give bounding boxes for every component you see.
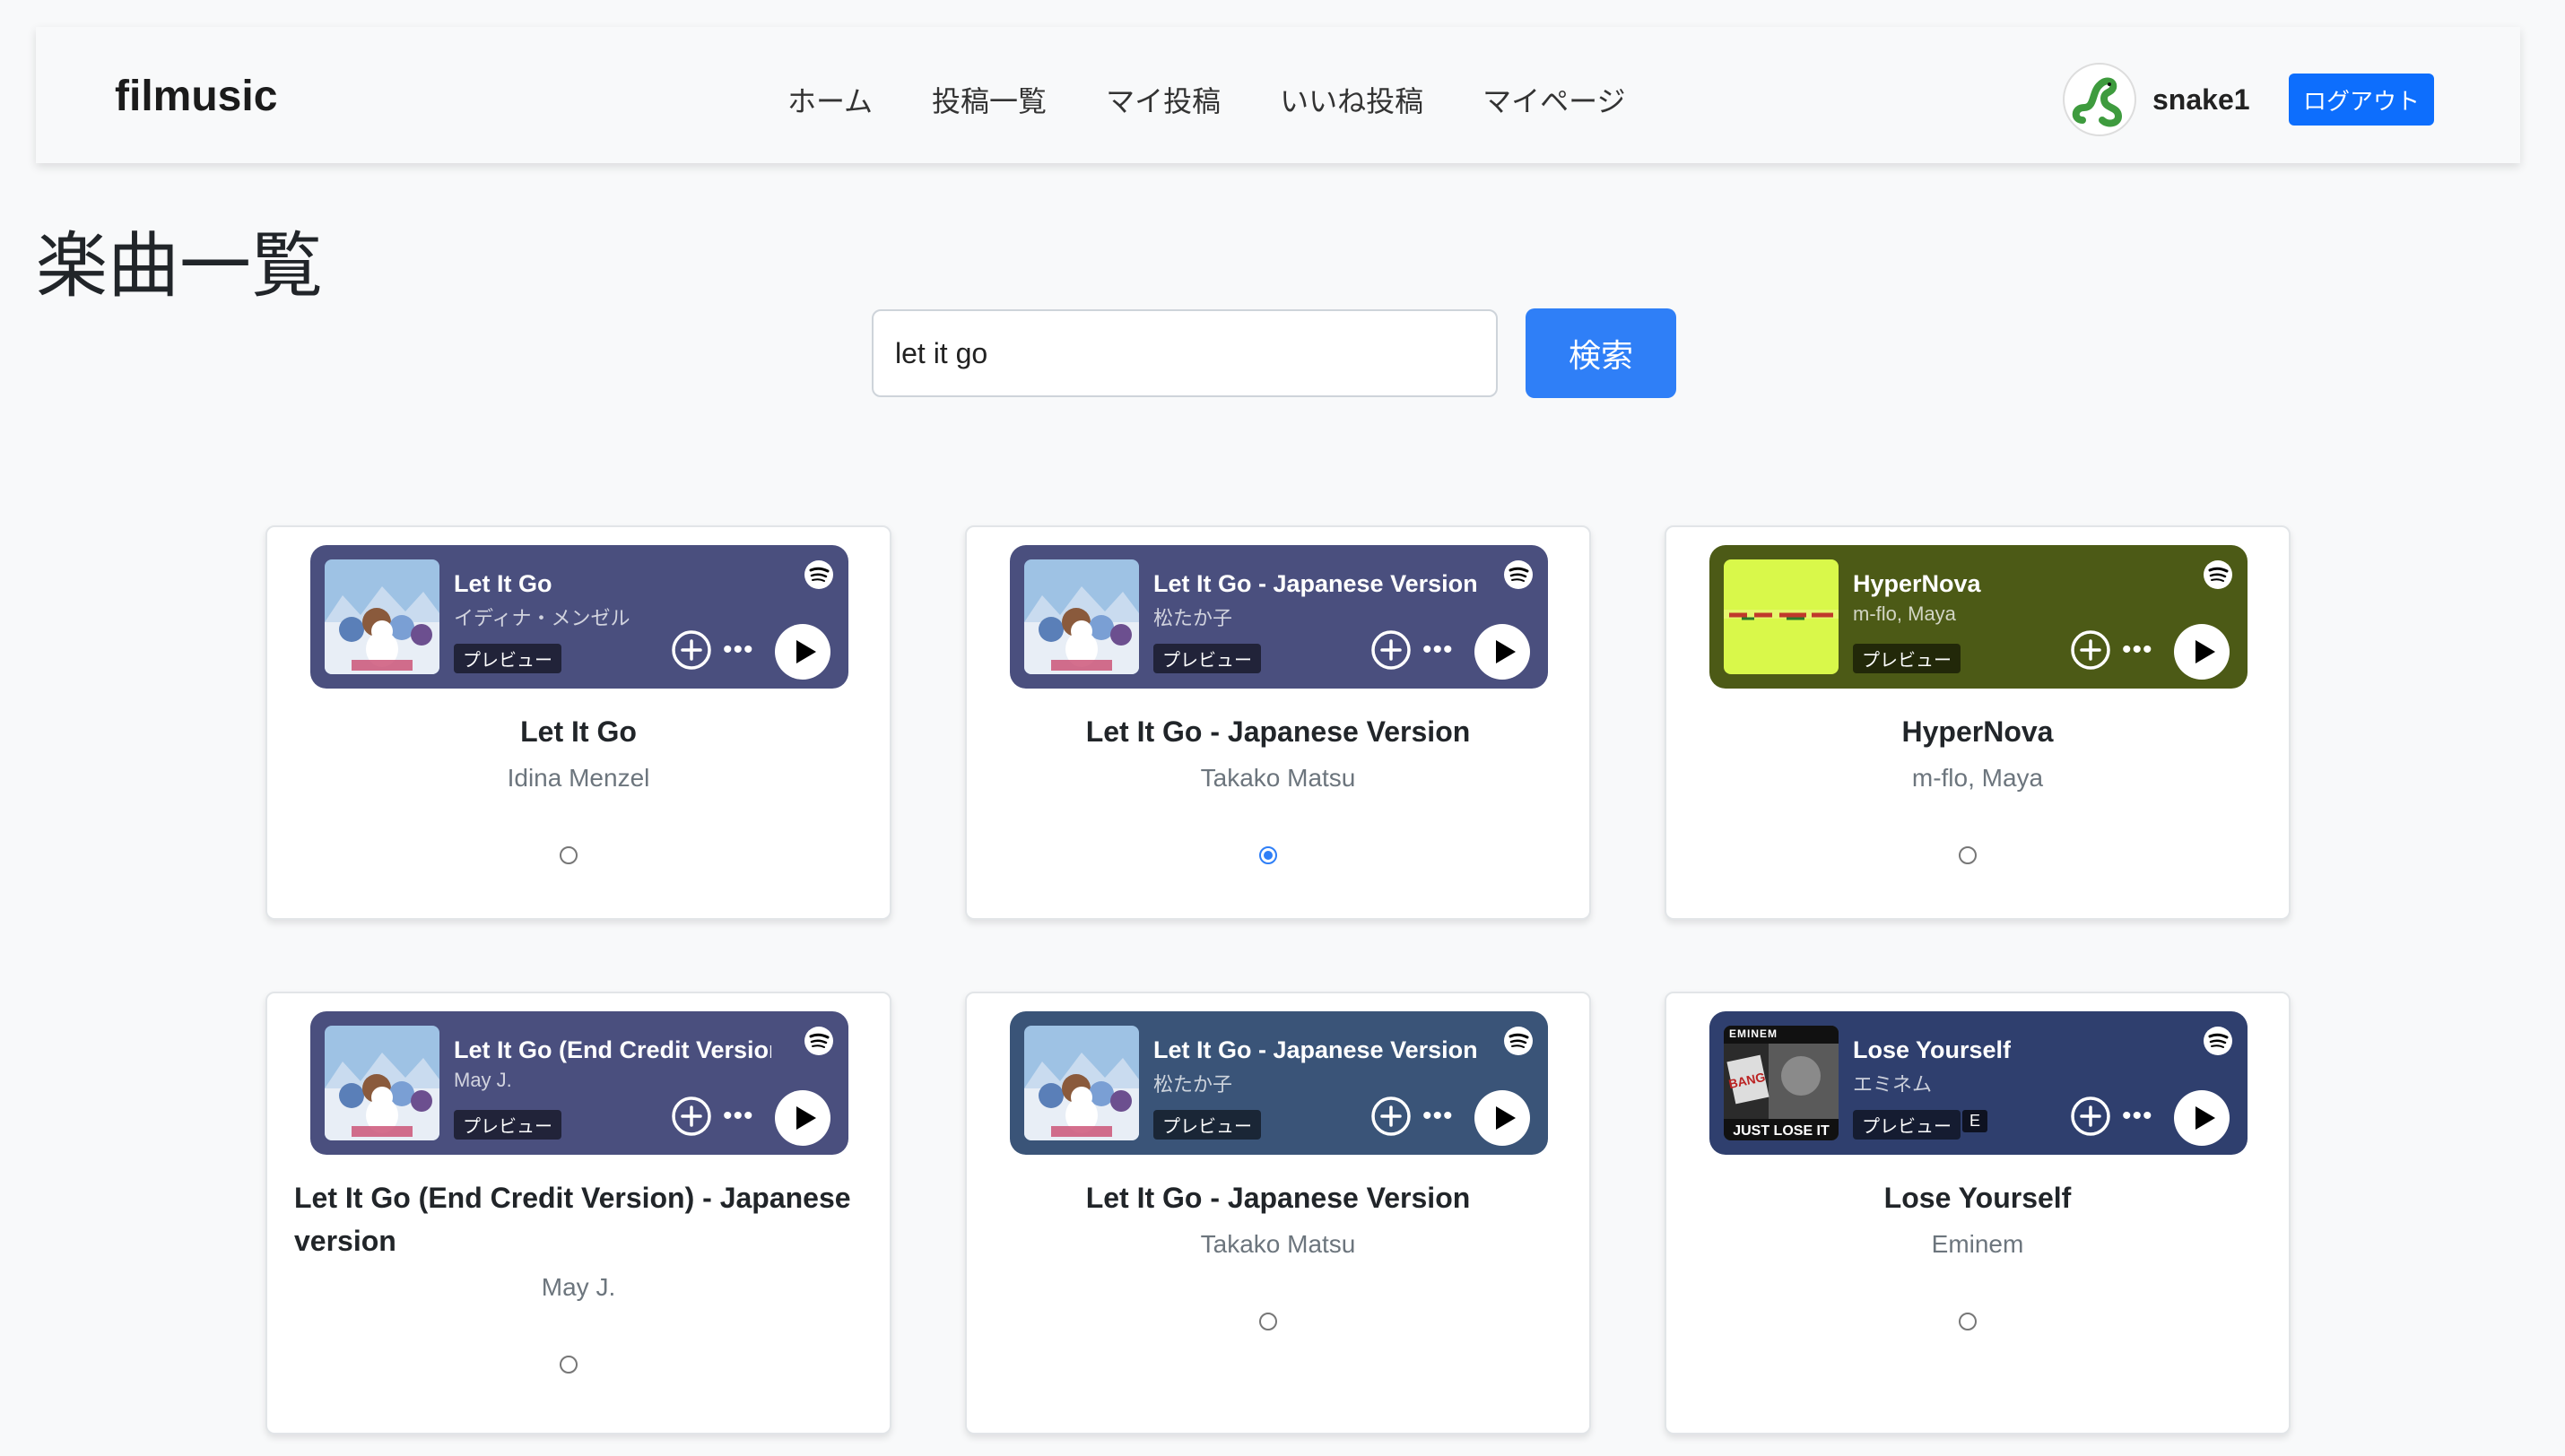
more-options-icon[interactable]: ••• — [2122, 637, 2153, 663]
play-button[interactable] — [2174, 624, 2230, 680]
add-icon[interactable] — [671, 629, 712, 671]
preview-badge: プレビュー — [1853, 644, 1961, 673]
search-input[interactable] — [872, 309, 1498, 397]
song-select-radio[interactable] — [1259, 846, 1277, 864]
song-card[interactable]: EMINEM Lose Yourself エミネム プレビュー E ••• Lo… — [1665, 992, 2291, 1434]
embed-track-title[interactable]: Let It Go - Japanese Version — [1153, 1036, 1476, 1064]
embed-track-title[interactable]: Let It Go - Japanese Version — [1153, 570, 1476, 598]
add-icon[interactable] — [2070, 1096, 2111, 1137]
spotify-icon[interactable] — [804, 1026, 834, 1056]
add-icon[interactable] — [2070, 629, 2111, 671]
embed-track-title[interactable]: Let It Go (End Credit Version — [454, 1036, 771, 1064]
spotify-icon[interactable] — [1503, 1026, 1534, 1056]
song-title: Let It Go - Japanese Version — [1085, 1182, 1471, 1214]
song-title: Let It Go — [520, 715, 637, 748]
avatar[interactable] — [2063, 63, 2136, 136]
brand-logo[interactable]: filmusic — [115, 72, 277, 121]
user-menu: snake1 — [2063, 63, 2250, 136]
song-select-radio[interactable] — [560, 1356, 578, 1374]
album-cover — [1024, 1026, 1139, 1140]
song-title: Let It Go (End Credit Version) - Japanes… — [294, 1182, 851, 1257]
nav-posts[interactable]: 投稿一覧 — [932, 79, 1047, 120]
embed-artist[interactable]: m-flo, Maya — [1853, 602, 1956, 626]
spotify-embed[interactable]: Let It Go (End Credit Version May J. プレビ… — [310, 1011, 848, 1155]
spotify-embed[interactable]: Let It Go イディナ・メンゼル プレビュー ••• — [310, 545, 848, 689]
username: snake1 — [2152, 82, 2250, 116]
snake-avatar-icon — [2072, 77, 2123, 127]
play-button[interactable] — [775, 1090, 830, 1146]
song-select-radio[interactable] — [560, 846, 578, 864]
more-options-icon[interactable]: ••• — [1422, 1103, 1454, 1130]
embed-artist[interactable]: 松たか子 — [1153, 1069, 1232, 1097]
song-card[interactable]: Let It Go - Japanese Version 松たか子 プレビュー … — [965, 992, 1591, 1434]
song-artist: Takako Matsu — [1200, 1230, 1356, 1258]
preview-badge: プレビュー — [454, 1110, 561, 1140]
embed-artist[interactable]: イディナ・メンゼル — [454, 602, 630, 631]
spotify-embed[interactable]: Let It Go - Japanese Version 松たか子 プレビュー … — [1010, 545, 1548, 689]
spotify-embed[interactable]: EMINEM Lose Yourself エミネム プレビュー E ••• — [1709, 1011, 2248, 1155]
song-title: Let It Go - Japanese Version — [1085, 715, 1471, 748]
nav-links: ホーム 投稿一覧 マイ投稿 いいね投稿 マイページ — [787, 79, 1684, 120]
play-button[interactable] — [1474, 1090, 1530, 1146]
song-artist: m-flo, Maya — [1911, 764, 2044, 792]
page-title: 楽曲一覧 — [36, 226, 323, 306]
logout-button[interactable]: ログアウト — [2289, 74, 2434, 126]
song-title: Lose Yourself — [1883, 1182, 2072, 1214]
play-button[interactable] — [1474, 624, 1530, 680]
song-artist: May J. — [541, 1273, 616, 1301]
add-icon[interactable] — [1370, 629, 1412, 671]
song-artist: Eminem — [1931, 1230, 2024, 1258]
nav-my-page[interactable]: マイページ — [1482, 79, 1625, 120]
song-select-radio[interactable] — [1259, 1313, 1277, 1330]
more-options-icon[interactable]: ••• — [723, 1103, 754, 1130]
spotify-icon[interactable] — [2203, 1026, 2233, 1056]
preview-badge: プレビュー — [1153, 644, 1261, 673]
album-cover — [325, 559, 439, 674]
preview-badge: プレビュー — [1853, 1110, 1961, 1140]
add-icon[interactable] — [671, 1096, 712, 1137]
song-title: HyperNova — [1901, 715, 2054, 748]
nav-my-posts[interactable]: マイ投稿 — [1106, 79, 1221, 120]
more-options-icon[interactable]: ••• — [2122, 1103, 2153, 1130]
embed-artist[interactable]: 松たか子 — [1153, 602, 1232, 631]
more-options-icon[interactable]: ••• — [723, 637, 754, 663]
more-options-icon[interactable]: ••• — [1422, 637, 1454, 663]
embed-artist[interactable]: May J. — [454, 1069, 512, 1092]
play-button[interactable] — [775, 624, 830, 680]
song-artist: Takako Matsu — [1200, 764, 1356, 792]
embed-artist[interactable]: エミネム — [1853, 1069, 1932, 1097]
add-icon[interactable] — [1370, 1096, 1412, 1137]
spotify-icon[interactable] — [2203, 559, 2233, 590]
song-select-radio[interactable] — [1959, 846, 1977, 864]
embed-track-title[interactable]: Let It Go — [454, 570, 552, 598]
nav-home[interactable]: ホーム — [787, 79, 873, 120]
song-select-radio[interactable] — [1959, 1313, 1977, 1330]
album-cover: EMINEM — [1724, 1026, 1839, 1140]
preview-badge: プレビュー — [454, 644, 561, 673]
nav-liked-posts[interactable]: いいね投稿 — [1280, 79, 1423, 120]
album-cover — [1024, 559, 1139, 674]
embed-track-title[interactable]: HyperNova — [1853, 570, 1981, 598]
embed-track-title[interactable]: Lose Yourself — [1853, 1036, 2011, 1064]
song-card[interactable]: Let It Go - Japanese Version 松たか子 プレビュー … — [965, 525, 1591, 920]
album-cover — [1724, 559, 1839, 674]
spotify-embed[interactable]: HyperNova m-flo, Maya プレビュー ••• — [1709, 545, 2248, 689]
song-card[interactable]: Let It Go (End Credit Version May J. プレビ… — [265, 992, 891, 1434]
spotify-embed[interactable]: Let It Go - Japanese Version 松たか子 プレビュー … — [1010, 1011, 1548, 1155]
song-card[interactable]: Let It Go イディナ・メンゼル プレビュー ••• Let It Go … — [265, 525, 891, 920]
navbar: filmusic ホーム 投稿一覧 マイ投稿 いいね投稿 マイページ snake… — [36, 27, 2520, 163]
explicit-badge: E — [1962, 1110, 1988, 1132]
song-artist: Idina Menzel — [507, 764, 650, 792]
search-button[interactable]: 検索 — [1526, 308, 1676, 398]
spotify-icon[interactable] — [804, 559, 834, 590]
album-cover — [325, 1026, 439, 1140]
preview-badge: プレビュー — [1153, 1110, 1261, 1140]
play-button[interactable] — [2174, 1090, 2230, 1146]
song-card[interactable]: HyperNova m-flo, Maya プレビュー ••• HyperNov… — [1665, 525, 2291, 920]
spotify-icon[interactable] — [1503, 559, 1534, 590]
cover-text: EMINEM — [1729, 1027, 1778, 1040]
